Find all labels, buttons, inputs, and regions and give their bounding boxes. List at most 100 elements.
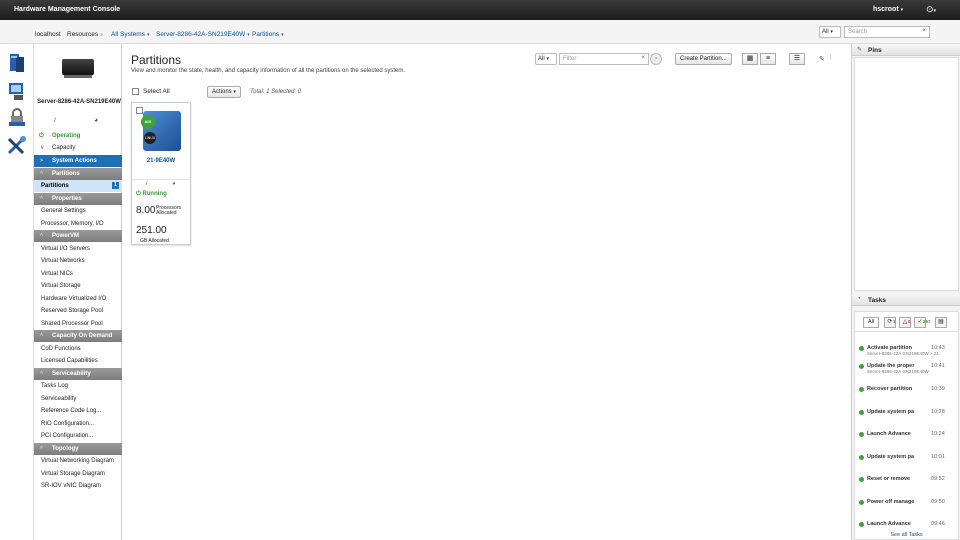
breadcrumb-all-systems[interactable]: All Systems ▾ bbox=[111, 31, 149, 38]
monitor-icon[interactable]: ◕ bbox=[172, 181, 176, 187]
partition-checkbox[interactable] bbox=[136, 107, 143, 114]
partition-card[interactable]: AIX LINUX 21-9E40W 𝑖 ◕ ⏻ Running 8.00 Pr… bbox=[131, 102, 191, 245]
nav-item-hardware-virtualized-io[interactable]: Hardware Virtualized I/O bbox=[34, 293, 122, 305]
pin-icon[interactable]: ✎ bbox=[819, 55, 825, 63]
completed-tasks-filter[interactable]: ✓ 267 bbox=[914, 317, 931, 328]
filter-input[interactable]: Filter × bbox=[559, 53, 649, 65]
success-icon bbox=[859, 432, 864, 437]
section-properties[interactable]: ^ Properties bbox=[34, 193, 122, 205]
running-count: 1 bbox=[893, 319, 896, 324]
security-icon[interactable] bbox=[6, 106, 28, 128]
breadcrumb-partitions[interactable]: Partitions ▾ bbox=[252, 31, 284, 38]
partition-toolbar: Select All Actions ▾ Total: 1 Selected: … bbox=[131, 86, 841, 100]
clear-icon[interactable]: × bbox=[922, 28, 926, 34]
nav-panel: Server-8286-42A-SN219E40W 𝑖 ◕ ⏻ Operating… bbox=[34, 44, 122, 540]
filter-scope-label: All bbox=[538, 56, 545, 62]
success-icon bbox=[859, 346, 864, 351]
create-partition-button[interactable]: Create Partition... bbox=[675, 53, 732, 65]
info-icon[interactable]: 𝑖 bbox=[54, 117, 56, 125]
task-name: Launch Advance bbox=[867, 431, 911, 437]
list-view-icon[interactable]: ≡ bbox=[760, 53, 776, 65]
memory-label: GB Allocated bbox=[140, 238, 169, 244]
chevron-down-icon: ∨ bbox=[40, 145, 45, 151]
actions-button[interactable]: Actions ▾ bbox=[207, 86, 241, 98]
partition-status-label: Running bbox=[142, 191, 167, 197]
section-topology[interactable]: ^ Topology bbox=[34, 443, 122, 455]
nav-item-serviceability[interactable]: Serviceability bbox=[34, 393, 122, 405]
chevron-up-icon: ^ bbox=[40, 233, 43, 239]
breadcrumb-resources[interactable]: Resources» bbox=[67, 31, 103, 38]
clear-icon[interactable]: × bbox=[641, 55, 645, 61]
linux-badge: LINUX bbox=[144, 132, 156, 144]
filter-go-icon[interactable]: › bbox=[650, 53, 662, 65]
memory-value: 251.00 bbox=[136, 225, 167, 236]
search-scope-select[interactable]: All ▾ bbox=[819, 26, 841, 38]
actions-label: Actions bbox=[212, 89, 232, 95]
tasks-menu-icon[interactable]: ▤ bbox=[935, 317, 947, 328]
section-label: Partitions bbox=[52, 171, 80, 177]
nav-item-virtual-nics[interactable]: Virtual NICs bbox=[34, 268, 122, 280]
task-time: 09:50 bbox=[931, 499, 945, 505]
nav-item-virtual-io-servers[interactable]: Virtual I/O Servers bbox=[34, 243, 122, 255]
nav-item-reserved-storage-pool[interactable]: Reserved Storage Pool bbox=[34, 305, 122, 317]
section-partitions[interactable]: ^ Partitions bbox=[34, 168, 122, 180]
nav-item-rio-configuration[interactable]: RIO Configuration... bbox=[34, 418, 122, 430]
section-powervm[interactable]: ^ PowerVM bbox=[34, 230, 122, 242]
see-all-tasks-link[interactable]: See all Tasks bbox=[855, 532, 958, 538]
task-detail: Server-8286-42A-SN219E40W bbox=[867, 369, 929, 374]
help-icon[interactable]: ⊙▾ bbox=[926, 4, 936, 15]
tasks-header[interactable]: ◔ Tasks bbox=[852, 294, 960, 306]
nav-item-virtual-networks[interactable]: Virtual Networks bbox=[34, 255, 122, 267]
nav-item-reference-code-log[interactable]: Reference Code Log... bbox=[34, 405, 122, 417]
nav-item-shared-processor-pool[interactable]: Shared Processor Pool bbox=[34, 318, 122, 330]
count-badge: 1 bbox=[112, 182, 119, 189]
task-time: 10:28 bbox=[931, 409, 945, 415]
section-serviceability[interactable]: ^ Serviceability bbox=[34, 368, 122, 380]
nav-item-sriov-vnic-diagram[interactable]: SR-IOV vNIC Diagram bbox=[34, 480, 122, 492]
monitor-icon[interactable]: ◕ bbox=[94, 117, 98, 124]
task-time: 09:52 bbox=[931, 476, 945, 482]
chevron-right-icon: » bbox=[100, 32, 103, 38]
capacity-toggle[interactable]: ∨ Capacity bbox=[34, 142, 122, 154]
nav-item-pci-configuration[interactable]: PCI Configuration... bbox=[34, 430, 122, 442]
select-all-checkbox[interactable] bbox=[132, 88, 139, 95]
nav-item-cod-functions[interactable]: CoD Functions bbox=[34, 343, 122, 355]
user-menu[interactable]: hscroot ▾ bbox=[873, 6, 903, 13]
hmc-management-icon[interactable] bbox=[6, 134, 28, 156]
breadcrumb-localhost[interactable]: localhost bbox=[35, 31, 61, 38]
systems-icon[interactable] bbox=[6, 80, 28, 102]
grid-view-icon[interactable]: ▦ bbox=[742, 53, 758, 65]
warning-count: 0 bbox=[908, 319, 911, 324]
tasks-filter-all[interactable]: All bbox=[863, 317, 879, 328]
nav-item-virtual-storage[interactable]: Virtual Storage bbox=[34, 280, 122, 292]
menu-icon[interactable]: ⁞ bbox=[830, 55, 832, 61]
filter-scope-select[interactable]: All ▾ bbox=[535, 53, 557, 65]
nav-item-virtual-storage-diagram[interactable]: Virtual Storage Diagram bbox=[34, 468, 122, 480]
nav-item-general-settings[interactable]: General Settings bbox=[34, 205, 122, 217]
capacity-label: Capacity bbox=[52, 145, 76, 151]
running-tasks-filter[interactable]: ⟳ 1 bbox=[884, 317, 896, 328]
nav-item-label: Partitions bbox=[41, 183, 69, 189]
pins-header[interactable]: ✎ Pins bbox=[852, 44, 960, 56]
settings-icon[interactable]: ☰ bbox=[789, 53, 805, 65]
system-actions-button[interactable]: > System Actions bbox=[34, 155, 122, 167]
task-name: Update system pa bbox=[867, 454, 915, 460]
search-input[interactable]: Search × bbox=[844, 26, 930, 38]
success-icon bbox=[859, 455, 864, 460]
nav-item-processor-memory-io[interactable]: Processor, Memory, I/O bbox=[34, 218, 122, 230]
nav-item-partitions[interactable]: Partitions 1 bbox=[34, 180, 122, 192]
processors-label: Processors Allocated bbox=[156, 205, 182, 216]
breadcrumb-server[interactable]: Server-8286-42A-SN219E40W ▾ bbox=[156, 31, 250, 38]
section-capacity-on-demand[interactable]: ^ Capacity On Demand bbox=[34, 330, 122, 342]
task-name: Power off manage bbox=[867, 499, 915, 505]
partition-name[interactable]: 21-9E40W bbox=[132, 158, 190, 164]
nav-item-virtual-networking-diagram[interactable]: Virtual Networking Diagram bbox=[34, 455, 122, 467]
chevron-down-icon: ▾ bbox=[281, 32, 284, 38]
nav-item-tasks-log[interactable]: Tasks Log bbox=[34, 380, 122, 392]
nav-item-licensed-capabilities[interactable]: Licensed Capabilities bbox=[34, 355, 122, 367]
info-icon[interactable]: 𝑖 bbox=[146, 181, 148, 188]
task-time: 10:39 bbox=[931, 386, 945, 392]
success-icon bbox=[859, 500, 864, 505]
resources-icon[interactable] bbox=[6, 52, 28, 74]
warning-tasks-filter[interactable]: △ 0 bbox=[899, 317, 911, 328]
